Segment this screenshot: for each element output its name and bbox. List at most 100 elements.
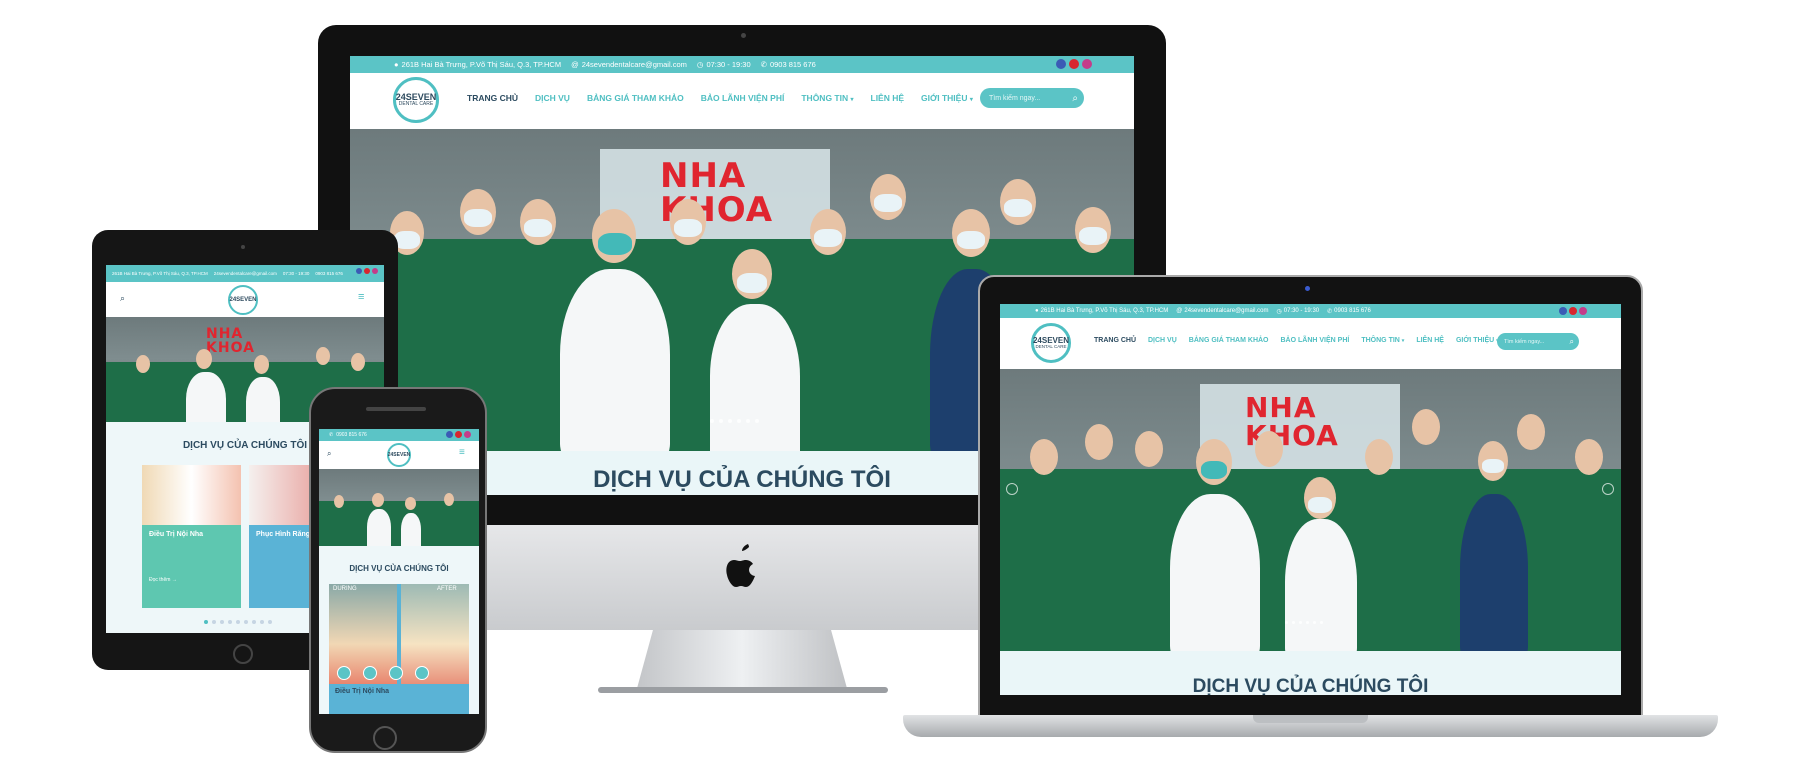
nav-item-about[interactable]: GIỚI THIỆU ▾ [921,93,973,103]
phone-icon: ✆ [760,60,767,69]
tablet-logo-text: 24SEVEN [229,297,257,303]
tablet-logo[interactable]: 24SEVEN [228,285,258,315]
laptop-logo-bottom: DENTAL CARE [1035,343,1067,349]
laptop-device: ● 261B Hai Bà Trưng, P.Võ Thị Sáu, Q.3, T… [903,275,1718,750]
facebook-icon[interactable] [363,666,377,680]
phone-logo-text: 24SEVEN [387,451,411,458]
location-icon: ● [394,60,399,69]
phone-device: ✆ 0903 815 676 ⌕ 24SEVEN ≡ DỊCH VỤ CỦA C… [309,387,487,753]
phone-icon[interactable] [337,666,351,680]
laptop-email[interactable]: 24sevendentalcare@gmail.com [1184,308,1268,314]
slider-prev-button[interactable] [1006,483,1018,495]
nav-item-prices[interactable]: BẢNG GIÁ THAM KHẢO [1189,337,1269,344]
search-input[interactable]: Tìm kiếm ngay... [989,95,1040,102]
nav-item-about-label: GIỚI THIỆU [921,93,968,103]
phone-logo[interactable]: 24SEVEN [387,443,411,467]
laptop-phone[interactable]: 0903 815 676 [1334,308,1371,314]
facebook-icon[interactable] [1056,59,1066,69]
hours-text: 07:30 - 19:30 [706,60,751,69]
chevron-down-icon: ▾ [969,97,973,103]
phone-link[interactable]: 0903 815 676 [770,60,816,69]
search-icon[interactable]: ⌕ [120,293,125,304]
phone-services-title: DỊCH VỤ CỦA CHÚNG TÔI [349,564,449,573]
tablet-email[interactable]: 24sevendentalcare@gmail.com [214,271,277,276]
laptop-services-title: DỊCH VỤ CỦA CHÚNG TÔI [1192,676,1429,695]
location-icon: ● [1035,308,1039,314]
laptop-logo[interactable]: 24SEVEN DENTAL CARE [1031,323,1071,363]
youtube-icon[interactable] [364,268,370,274]
nav-item-insurance[interactable]: BẢO LÃNH VIỆN PHÍ [701,93,785,103]
phone-icon: ✆ [329,432,334,438]
tablet-top-bar: 261B Hai Bà Trưng, P.Võ Thị Sáu, Q.3, TP… [106,265,384,282]
instagram-icon[interactable] [1082,59,1092,69]
phone-screen: ✆ 0903 815 676 ⌕ 24SEVEN ≡ DỊCH VỤ CỦA C… [319,429,479,714]
search-icon[interactable]: ⌕ [1570,337,1574,347]
email-icon[interactable] [389,666,403,680]
nav-item-prices[interactable]: BẢNG GIÁ THAM KHẢO [587,93,684,103]
arrow-up-icon[interactable] [415,666,429,680]
slider-dots[interactable] [1285,621,1323,624]
device-mockup-stage: { "site": { "address": "261B Hai Bà Trưn… [0,0,1800,760]
phone-hero [319,469,479,546]
phone-service-card[interactable]: DURING AFTER Điều Trị Nội Nha [329,584,469,714]
email-icon: @ [1176,308,1183,314]
site-logo[interactable]: 24SEVEN DENTAL CARE [393,77,439,123]
laptop-screen: ● 261B Hai Bà Trưng, P.Võ Thị Sáu, Q.3, T… [1000,304,1621,695]
laptop-hero: NHA KHOA [1000,369,1621,651]
search-icon[interactable]: ⌕ [1072,93,1078,104]
phone-header: ⌕ 24SEVEN ≡ [319,441,479,469]
youtube-icon[interactable] [1569,307,1577,315]
youtube-icon[interactable] [455,431,462,438]
carousel-dots[interactable] [204,620,272,624]
nav-item-info[interactable]: THÔNG TIN ▾ [1361,337,1404,344]
service-card[interactable]: Điều Trị Nội Nha Đọc thêm → [142,465,241,608]
chevron-down-icon: ▾ [850,97,854,103]
tablet-hero-sign: NHA KHOA [206,326,255,356]
email-link[interactable]: 24sevendentalcare@gmail.com [582,60,687,69]
nav-item-about[interactable]: GIỚI THIỆU ▾ [1456,337,1499,344]
nav-item-about-label: GIỚI THIỆU [1455,337,1495,344]
logo-text-bottom: DENTAL CARE [398,101,434,107]
laptop-search-box[interactable]: Tìm kiếm ngay... ⌕ [1497,333,1579,350]
phone-number[interactable]: 0903 815 676 [336,432,367,438]
before-label: DURING [333,586,357,592]
read-more-link[interactable]: Đọc thêm → [149,577,177,583]
facebook-icon[interactable] [356,268,362,274]
instagram-icon[interactable] [372,268,378,274]
search-icon[interactable]: ⌕ [327,449,331,459]
nav-item-contact[interactable]: LIÊN HỆ [1416,337,1444,344]
clock-icon: ◷ [696,60,704,69]
tablet-address: 261B Hai Bà Trưng, P.Võ Thị Sáu, Q.3, TP… [112,271,208,276]
laptop-hours: 07:30 - 19:30 [1283,308,1320,314]
youtube-icon[interactable] [1069,59,1079,69]
phone-card-title: Điều Trị Nội Nha [335,688,390,695]
laptop-address: 261B Hai Bà Trưng, P.Võ Thị Sáu, Q.3, TP… [1040,308,1169,314]
nav-item-home[interactable]: TRANG CHỦ [467,93,518,103]
nav-item-home[interactable]: TRANG CHỦ [1094,337,1136,344]
slider-next-button[interactable] [1602,483,1614,495]
nav-item-info[interactable]: THÔNG TIN ▾ [801,93,853,103]
search-input[interactable]: Tìm kiếm ngay... [1504,339,1544,345]
nav-item-insurance[interactable]: BẢO LÃNH VIỆN PHÍ [1281,337,1350,344]
card-title: Phục Hình Răng [256,531,311,538]
nav-item-info-label: THÔNG TIN [1361,337,1400,344]
laptop-nav: TRANG CHỦ DỊCH VỤ BẢNG GIÁ THAM KHẢO BẢO… [1094,337,1499,344]
facebook-icon[interactable] [1559,307,1567,315]
clock-icon: ◷ [1276,308,1282,315]
menu-icon[interactable]: ≡ [358,291,364,303]
nav-item-contact[interactable]: LIÊN HỆ [871,93,905,103]
menu-icon[interactable]: ≡ [459,447,465,458]
floating-action-bar [337,666,429,680]
instagram-icon[interactable] [464,431,471,438]
phone-top-bar: ✆ 0903 815 676 [319,429,479,441]
main-nav: TRANG CHỦ DỊCH VỤ BẢNG GIÁ THAM KHẢO BẢO… [467,93,973,103]
tablet-hours: 07:30 - 19:30 [282,271,310,276]
facebook-icon[interactable] [446,431,453,438]
instagram-icon[interactable] [1579,307,1587,315]
tablet-phone[interactable]: 0903 815 676 [315,271,343,276]
address-text: 261B Hai Bà Trưng, P.Võ Thị Sáu, Q.3, TP… [401,60,562,69]
search-box[interactable]: Tìm kiếm ngay... ⌕ [980,88,1084,108]
nav-item-services[interactable]: DỊCH VỤ [1148,337,1177,344]
slider-dots[interactable] [710,419,759,423]
nav-item-services[interactable]: DỊCH VỤ [535,93,570,103]
